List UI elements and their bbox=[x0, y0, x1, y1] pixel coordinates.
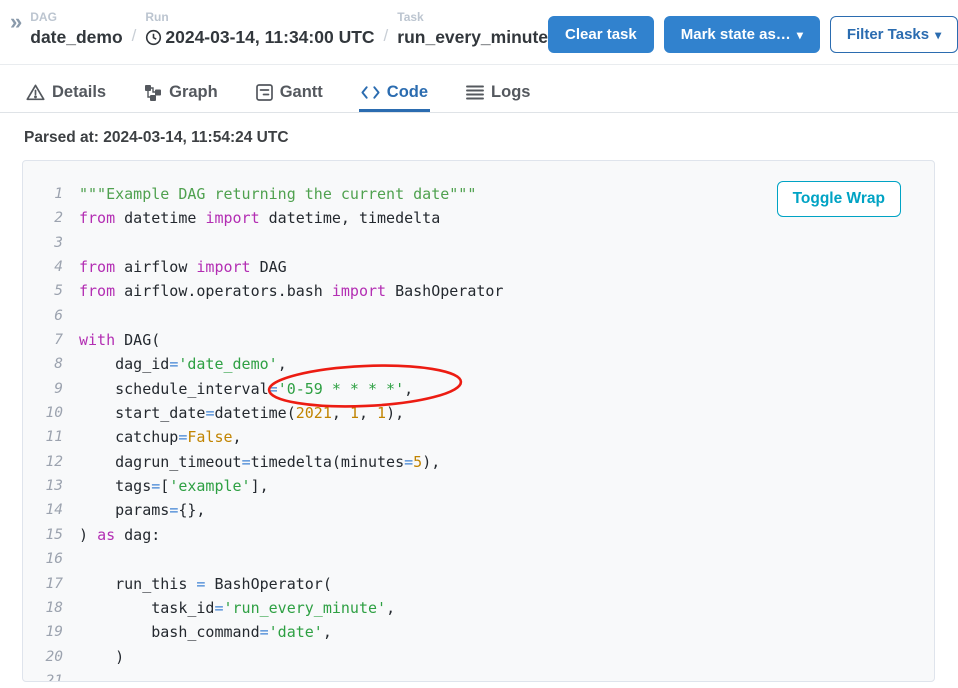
line-number: 3 bbox=[23, 231, 63, 255]
code-line: 10 start_date=datetime(2021, 1, 1), bbox=[23, 401, 934, 425]
code-line: 13 tags=['example'], bbox=[23, 474, 934, 498]
caret-down-icon: ▾ bbox=[935, 28, 941, 42]
code-text: from airflow.operators.bash import BashO… bbox=[79, 279, 503, 303]
line-number: 5 bbox=[23, 279, 63, 303]
line-number: 18 bbox=[23, 596, 63, 620]
tab-bar: Details Graph Gantt Code bbox=[0, 65, 958, 113]
line-number: 21 bbox=[23, 669, 63, 682]
logs-icon bbox=[466, 85, 484, 100]
code-line: 14 params={}, bbox=[23, 498, 934, 522]
alert-triangle-icon bbox=[26, 84, 45, 101]
run-timestamp: 2024-03-14, 11:34:00 UTC bbox=[165, 26, 374, 48]
code-text: dag_id='date_demo', bbox=[79, 352, 287, 376]
breadcrumb: DAG date_demo / Run 2024-03-14, 11:34:00… bbox=[30, 10, 548, 48]
code-text: catchup=False, bbox=[79, 425, 242, 449]
line-number: 15 bbox=[23, 523, 63, 547]
line-number: 8 bbox=[23, 352, 63, 376]
dag-code-panel: Toggle Wrap 1 """Example DAG returning th… bbox=[22, 160, 935, 682]
code-line: 4 from airflow import DAG bbox=[23, 255, 934, 279]
line-number: 12 bbox=[23, 450, 63, 474]
line-number: 1 bbox=[23, 182, 63, 206]
code-line: 3 bbox=[23, 231, 934, 255]
line-number: 2 bbox=[23, 206, 63, 230]
tab-logs[interactable]: Logs bbox=[464, 65, 532, 112]
code-text: tags=['example'], bbox=[79, 474, 269, 498]
dag-label: DAG bbox=[30, 10, 122, 24]
tab-graph[interactable]: Graph bbox=[142, 65, 220, 112]
code-line: 9 schedule_interval='0-59 * * * *', bbox=[23, 377, 934, 401]
code-line: 19 bash_command='date', bbox=[23, 620, 934, 644]
code-line: 8 dag_id='date_demo', bbox=[23, 352, 934, 376]
line-number: 9 bbox=[23, 377, 63, 401]
line-number: 20 bbox=[23, 645, 63, 669]
clear-task-button[interactable]: Clear task bbox=[548, 16, 654, 53]
line-number: 13 bbox=[23, 474, 63, 498]
toggle-wrap-button[interactable]: Toggle Wrap bbox=[777, 181, 901, 217]
run-label: Run bbox=[145, 10, 374, 24]
code-line: 17 run_this = BashOperator( bbox=[23, 572, 934, 596]
code-text: task_id='run_every_minute', bbox=[79, 596, 395, 620]
run-value[interactable]: 2024-03-14, 11:34:00 UTC bbox=[145, 26, 374, 48]
code-text: ) as dag: bbox=[79, 523, 160, 547]
code-text: run_this = BashOperator( bbox=[79, 572, 332, 596]
code-text: dagrun_timeout=timedelta(minutes=5), bbox=[79, 450, 440, 474]
code-text: """Example DAG returning the current dat… bbox=[79, 182, 476, 206]
breadcrumb-separator: / bbox=[384, 26, 389, 48]
code-text: start_date=datetime(2021, 1, 1), bbox=[79, 401, 404, 425]
code-line: 7 with DAG( bbox=[23, 328, 934, 352]
breadcrumb-separator: / bbox=[132, 26, 137, 48]
code-line: 11 catchup=False, bbox=[23, 425, 934, 449]
graph-icon bbox=[144, 84, 162, 101]
code-line: 15 ) as dag: bbox=[23, 523, 934, 547]
filter-tasks-button[interactable]: Filter Tasks▾ bbox=[830, 16, 958, 53]
code-text: from airflow import DAG bbox=[79, 255, 287, 279]
code-icon bbox=[361, 85, 380, 100]
code-line: 6 bbox=[23, 304, 934, 328]
mark-state-button[interactable]: Mark state as…▾ bbox=[664, 16, 820, 53]
tab-code[interactable]: Code bbox=[359, 65, 430, 112]
breadcrumb-task: Task run_every_minute bbox=[397, 10, 548, 48]
parsed-at-text: Parsed at: 2024-03-14, 11:54:24 UTC bbox=[0, 113, 958, 160]
line-number: 17 bbox=[23, 572, 63, 596]
tab-details[interactable]: Details bbox=[24, 65, 108, 112]
line-number: 16 bbox=[23, 547, 63, 571]
code-text: ) bbox=[79, 645, 124, 669]
code-line: 12 dagrun_timeout=timedelta(minutes=5), bbox=[23, 450, 934, 474]
code-text: from datetime import datetime, timedelta bbox=[79, 206, 440, 230]
task-name[interactable]: run_every_minute bbox=[397, 26, 548, 48]
gantt-icon bbox=[256, 84, 273, 101]
code-line: 20 ) bbox=[23, 645, 934, 669]
expand-breadcrumb-icon[interactable]: » bbox=[10, 12, 22, 32]
code-text: with DAG( bbox=[79, 328, 160, 352]
code-line: 16 bbox=[23, 547, 934, 571]
clock-icon bbox=[145, 29, 162, 46]
code-line: 18 task_id='run_every_minute', bbox=[23, 596, 934, 620]
code-text: bash_command='date', bbox=[79, 620, 332, 644]
line-number: 6 bbox=[23, 304, 63, 328]
tab-gantt[interactable]: Gantt bbox=[254, 65, 325, 112]
line-number: 7 bbox=[23, 328, 63, 352]
task-instance-header: » DAG date_demo / Run 2024-03-14, 11:34:… bbox=[0, 0, 958, 65]
code-text: schedule_interval='0-59 * * * *', bbox=[79, 377, 413, 401]
caret-down-icon: ▾ bbox=[797, 28, 803, 42]
breadcrumb-run: Run 2024-03-14, 11:34:00 UTC bbox=[145, 10, 374, 48]
code-line: 21 bbox=[23, 669, 934, 682]
dag-name[interactable]: date_demo bbox=[30, 26, 122, 48]
code-text: params={}, bbox=[79, 498, 205, 522]
line-number: 19 bbox=[23, 620, 63, 644]
line-number: 4 bbox=[23, 255, 63, 279]
code-view: 1 """Example DAG returning the current da… bbox=[23, 161, 934, 682]
task-actions: Clear task Mark state as…▾ Filter Tasks▾ bbox=[548, 10, 958, 53]
task-label: Task bbox=[397, 10, 548, 24]
breadcrumb-dag: DAG date_demo bbox=[30, 10, 122, 48]
line-number: 14 bbox=[23, 498, 63, 522]
line-number: 10 bbox=[23, 401, 63, 425]
line-number: 11 bbox=[23, 425, 63, 449]
code-line: 5 from airflow.operators.bash import Bash… bbox=[23, 279, 934, 303]
